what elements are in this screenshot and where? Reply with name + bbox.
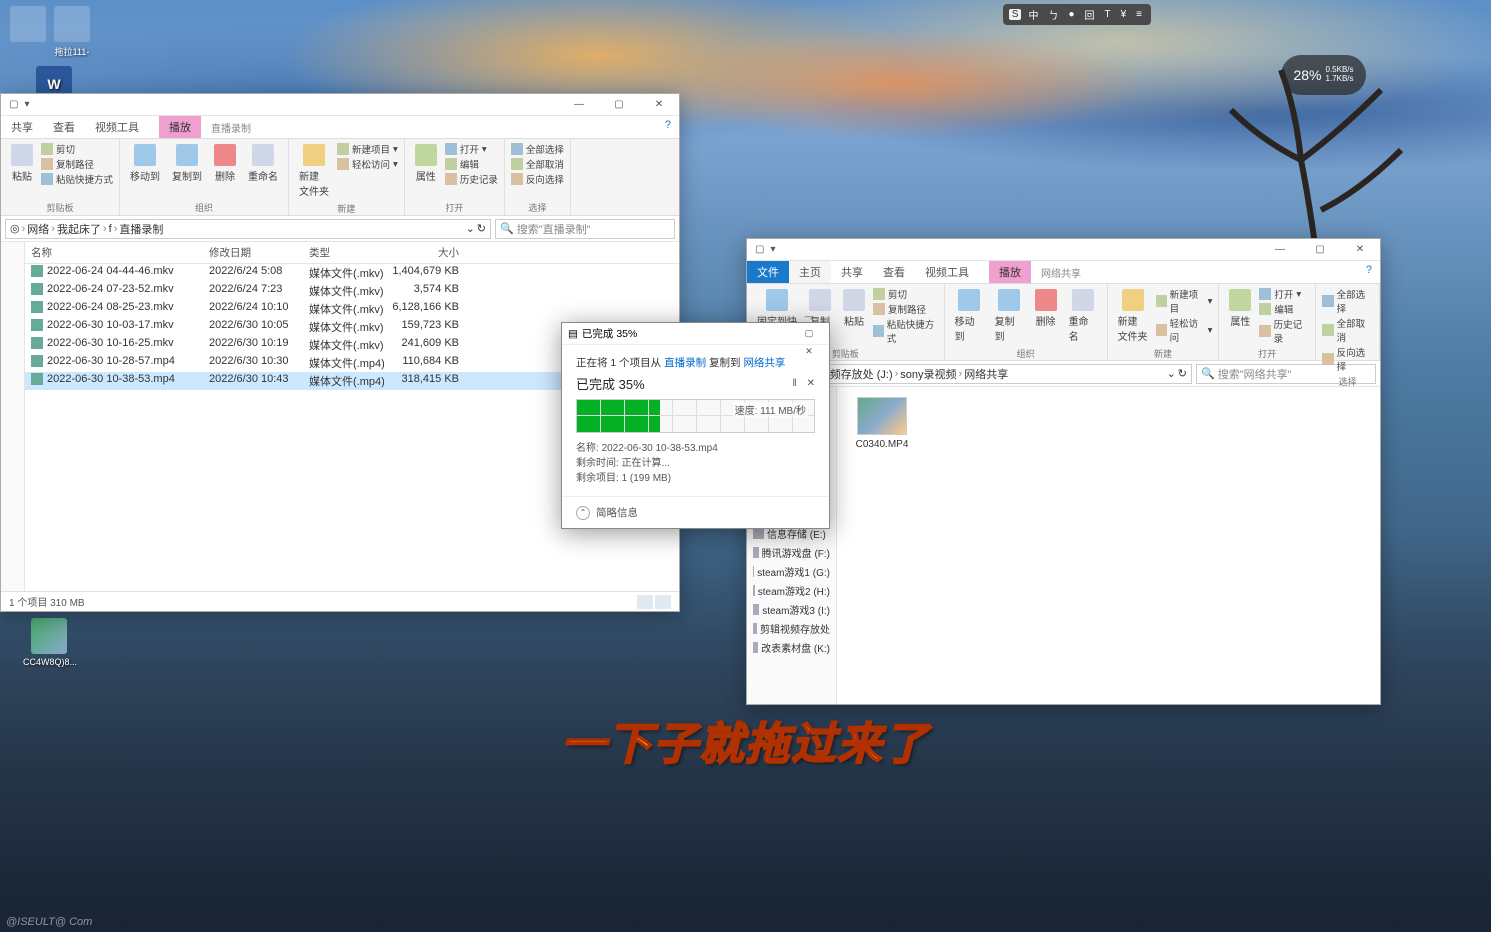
maximize-button[interactable]: ▢ — [795, 325, 823, 343]
help-icon[interactable]: ? — [657, 116, 679, 138]
selectall-button[interactable]: 全部选择 — [511, 142, 564, 156]
paste-shortcut-button[interactable]: 粘贴快捷方式 — [41, 172, 113, 186]
help-icon[interactable]: ? — [1358, 261, 1380, 283]
file-tile[interactable]: C0340.MP4 — [847, 397, 917, 450]
nav-item[interactable]: 剪辑视频存放处 — [749, 619, 834, 638]
copy-details: 名称: 2022-06-30 10-38-53.mp4 剩余时间: 正在计算..… — [576, 441, 815, 486]
file-row[interactable]: 2022-06-24 07-23-52.mkv2022/6/24 7:23媒体文… — [25, 282, 679, 300]
copy-progress-dialog: ▤ 已完成 35% — ▢ ✕ 正在将 1 个项目从 直播录制 复制到 网络共享… — [561, 322, 830, 529]
close-button[interactable]: ✕ — [639, 95, 679, 115]
selectnone-button[interactable]: 全部取消 — [511, 157, 564, 171]
progress-percent: 已完成 35% — [576, 374, 645, 393]
tab-share[interactable]: 共享 — [1, 116, 43, 138]
tab-share[interactable]: 共享 — [831, 261, 873, 283]
maximize-button[interactable]: ▢ — [599, 95, 639, 115]
file-view[interactable]: C0340.MP4 — [837, 387, 1380, 704]
file-row[interactable]: 2022-06-24 08-25-23.mkv2022/6/24 10:10媒体… — [25, 300, 679, 318]
delete-button[interactable]: 删除 — [210, 142, 240, 199]
ime-logo: S — [1009, 9, 1022, 20]
titlebar[interactable]: ▢▾ — ▢ ✕ — [1, 94, 679, 116]
tab-view[interactable]: 查看 — [43, 116, 85, 138]
progress-bar: 速度: 111 MB/秒 — [576, 399, 815, 433]
nav-item[interactable]: 腾讯游戏盘 (F:) — [749, 543, 834, 562]
nav-item[interactable]: steam游戏1 (G:) — [749, 562, 834, 581]
moveto-button[interactable]: 移动到 — [126, 142, 164, 199]
copy-icon: ▤ — [568, 328, 578, 340]
ribbon-tabs: 共享 查看 视频工具 播放 直播录制 ? — [1, 116, 679, 139]
video-caption: 一下子就拖过来了 — [562, 708, 930, 772]
tab-videotools[interactable]: 视频工具 — [85, 116, 149, 138]
system-monitor-widget[interactable]: 28% 0.5KB/s1.7KB/s — [1281, 55, 1366, 95]
file-row[interactable]: 2022-06-24 04-44-46.mkv2022/6/24 5:08媒体文… — [25, 264, 679, 282]
paste-button[interactable]: 粘贴 — [7, 142, 37, 199]
minimize-button[interactable]: — — [1260, 240, 1300, 260]
column-headers[interactable]: 名称 修改日期 类型 大小 — [25, 242, 679, 264]
copyto-button[interactable]: 复制到 — [168, 142, 206, 199]
desktop-icon[interactable]: 拖拉111- — [46, 6, 98, 58]
close-button[interactable]: ✕ — [1340, 240, 1380, 260]
close-button[interactable]: ✕ — [795, 343, 823, 361]
explorer-window-dest: ▢▾ — ▢ ✕ 文件 主页 共享 查看 视频工具 播放 网络共享 ? 固定到快… — [746, 238, 1381, 705]
view-icons-button[interactable] — [655, 595, 671, 609]
tab-videotools[interactable]: 视频工具 — [915, 261, 979, 283]
selectinvert-button[interactable]: 反向选择 — [511, 172, 564, 186]
context-title: 网络共享 — [1031, 261, 1091, 283]
minimize-button[interactable]: — — [795, 307, 823, 325]
properties-button[interactable]: 属性 — [411, 142, 441, 199]
statusbar: 1 个项目 310 MB — [1, 591, 679, 611]
video-thumbnail — [857, 397, 907, 435]
tab-play[interactable]: 播放 — [989, 261, 1031, 283]
speed-label: 速度: 111 MB/秒 — [733, 402, 808, 417]
view-details-button[interactable] — [637, 595, 653, 609]
rename-button[interactable]: 重命名 — [244, 142, 282, 199]
watermark: @ISEULT@ Com — [6, 916, 92, 928]
newitem-button[interactable]: 新建项目▾ — [337, 142, 398, 156]
easyaccess-button[interactable]: 轻松访问▾ — [337, 157, 398, 171]
titlebar[interactable]: ▢▾ — ▢ ✕ — [747, 239, 1380, 261]
breadcrumb[interactable]: ◎› 网络› 我起床了› f› 直播录制 ⌄↻ — [5, 219, 491, 239]
tab-view[interactable]: 查看 — [873, 261, 915, 283]
nav-pane[interactable] — [1, 242, 25, 591]
maximize-button[interactable]: ▢ — [1300, 240, 1340, 260]
history-button[interactable]: 历史记录 — [445, 172, 498, 186]
fewer-details-button[interactable]: ⌃ 简略信息 — [562, 496, 829, 528]
nav-item[interactable]: 改表素材盘 (K:) — [749, 638, 834, 657]
chevron-up-icon: ⌃ — [576, 506, 590, 520]
open-button[interactable]: 打开▾ — [445, 142, 498, 156]
nav-item[interactable]: steam游戏3 (I:) — [749, 600, 834, 619]
address-bar: ◎› 网络› 我起床了› f› 直播录制 ⌄↻ 🔍 搜索"直播录制" — [1, 216, 679, 242]
search-input[interactable]: 🔍 搜索"直播录制" — [495, 219, 675, 239]
context-title: 直播录制 — [201, 116, 261, 138]
ime-toolbar[interactable]: S 中 ㄅ ● 回 T ¥ ≡ — [1003, 4, 1151, 25]
copy-description: 正在将 1 个项目从 直播录制 复制到 网络共享 — [576, 355, 815, 370]
tab-home[interactable]: 主页 — [789, 261, 831, 283]
cancel-button[interactable]: ✕ — [807, 378, 815, 389]
cut-button[interactable]: 剪切 — [41, 142, 113, 156]
pause-button[interactable]: ‖ — [792, 378, 796, 389]
tab-play[interactable]: 播放 — [159, 116, 201, 138]
edit-button[interactable]: 编辑 — [445, 157, 498, 171]
tab-file[interactable]: 文件 — [747, 261, 789, 283]
paste-button[interactable]: 粘贴 — [839, 287, 869, 345]
minimize-button[interactable]: — — [559, 95, 599, 115]
newfolder-button[interactable]: 新建 文件夹 — [295, 142, 333, 200]
copypath-button[interactable]: 复制路径 — [41, 157, 113, 171]
quick-access-toolbar[interactable]: ▢▾ — [1, 99, 31, 110]
desktop-thumbnail[interactable]: CC4W8Q)8... — [23, 618, 75, 667]
dialog-titlebar[interactable]: ▤ 已完成 35% — ▢ ✕ — [562, 323, 829, 345]
nav-item[interactable]: steam游戏2 (H:) — [749, 581, 834, 600]
ribbon: 粘贴 剪切 复制路径 粘贴快捷方式 剪贴板 移动到 复制到 删除 重命名 组织 … — [1, 139, 679, 216]
